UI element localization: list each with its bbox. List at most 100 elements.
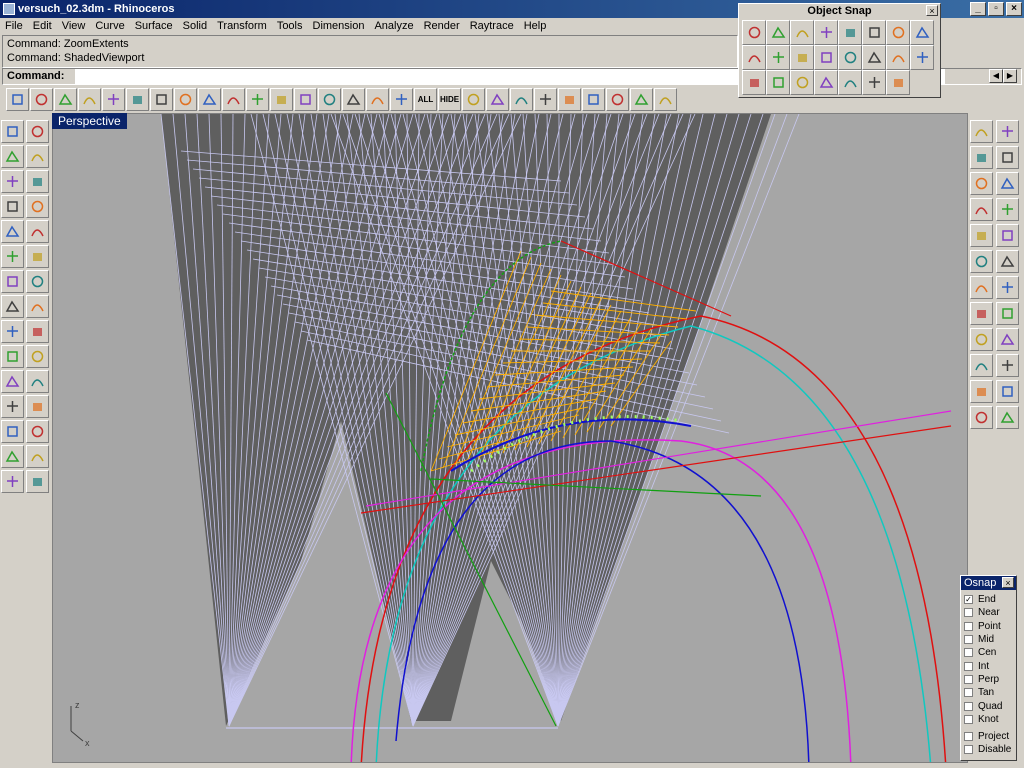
snap-curve-icon[interactable] — [766, 70, 790, 95]
align-edge-icon[interactable] — [996, 354, 1019, 377]
array-icon[interactable] — [26, 345, 49, 368]
layout-icon[interactable] — [26, 445, 49, 468]
solid-union-icon[interactable] — [26, 270, 49, 293]
surface-patch-icon[interactable] — [1, 245, 24, 268]
paste-icon[interactable] — [126, 87, 149, 111]
osnap-checkbox-project[interactable] — [964, 732, 973, 742]
cylinder-icon[interactable] — [996, 250, 1019, 273]
undo-view-icon[interactable] — [970, 380, 993, 403]
osnap-item-mid[interactable]: Mid — [961, 633, 1016, 646]
osnap-checkbox-int[interactable] — [964, 661, 973, 671]
transform-icon[interactable] — [26, 320, 49, 343]
snap-line-icon[interactable] — [814, 70, 838, 95]
snap-from-icon[interactable] — [790, 45, 814, 70]
osnap-item-tan[interactable]: Tan — [961, 686, 1016, 699]
copy-icon[interactable] — [102, 87, 125, 111]
osnap-checkbox-disable[interactable] — [964, 745, 973, 755]
hide-icon[interactable]: HIDE — [438, 87, 461, 111]
layer-icon[interactable] — [462, 87, 485, 111]
fillet-edge-icon[interactable] — [996, 172, 1019, 195]
menu-raytrace[interactable]: Raytrace — [465, 18, 519, 34]
align-icon[interactable] — [1, 345, 24, 368]
osnap-checkbox-mid[interactable] — [964, 635, 973, 645]
menu-solid[interactable]: Solid — [178, 18, 212, 34]
menu-dimension[interactable]: Dimension — [308, 18, 370, 34]
network-icon[interactable] — [970, 198, 993, 221]
extrude-icon[interactable] — [970, 120, 993, 143]
perspective-viewport[interactable]: zx — [52, 113, 968, 763]
color-wheel-icon[interactable] — [486, 87, 509, 111]
save-icon[interactable] — [54, 87, 77, 111]
snap-between-icon[interactable] — [838, 45, 862, 70]
osnap-checkbox-perp[interactable] — [964, 674, 973, 684]
osnap-item-near[interactable]: Near — [961, 606, 1016, 619]
snap-perp-from-icon[interactable] — [886, 45, 910, 70]
four-views-icon[interactable] — [342, 87, 365, 111]
snap-quad-icon[interactable] — [862, 20, 886, 45]
scroll-right-button[interactable]: ▶ — [1003, 69, 1017, 83]
osnap-close-button[interactable]: × — [1002, 577, 1014, 588]
curve-icon[interactable] — [26, 145, 49, 168]
curve-offset-icon[interactable] — [970, 276, 993, 299]
osnap-item-point[interactable]: Point — [961, 620, 1016, 633]
help-icon[interactable] — [630, 87, 653, 111]
snap-tan-from-icon[interactable] — [910, 45, 934, 70]
project-icon[interactable] — [970, 328, 993, 351]
snap-point-icon[interactable] — [814, 20, 838, 45]
circle-icon[interactable] — [1, 170, 24, 193]
cut-icon[interactable] — [78, 87, 101, 111]
snap-cplane-icon[interactable] — [862, 45, 886, 70]
menu-render[interactable]: Render — [419, 18, 465, 34]
pan-hand-icon[interactable] — [174, 87, 197, 111]
light-icon[interactable] — [558, 87, 581, 111]
osnap-checkbox-tan[interactable] — [964, 688, 973, 698]
snap-center-icon[interactable] — [742, 20, 766, 45]
menu-view[interactable]: View — [57, 18, 91, 34]
restore-button[interactable]: ▫ — [988, 2, 1004, 16]
text-edit-icon[interactable] — [1, 320, 24, 343]
menu-help[interactable]: Help — [519, 18, 552, 34]
osnap-checkbox-cen[interactable] — [964, 648, 973, 658]
menu-tools[interactable]: Tools — [272, 18, 308, 34]
osnap-checkbox-knot[interactable] — [964, 714, 973, 724]
mesh-boolean-icon[interactable] — [26, 295, 49, 318]
snap-mid-icon[interactable] — [790, 20, 814, 45]
snap-int-icon[interactable] — [742, 45, 766, 70]
split-edge-icon[interactable] — [996, 328, 1019, 351]
surface-loft-icon[interactable] — [26, 245, 49, 268]
osnap-item-end[interactable]: ✓ End — [961, 593, 1016, 606]
menu-surface[interactable]: Surface — [130, 18, 178, 34]
cplane-icon[interactable] — [996, 406, 1019, 429]
fillet-icon[interactable] — [26, 220, 49, 243]
arc-icon[interactable] — [1, 195, 24, 218]
undo-icon[interactable] — [150, 87, 173, 111]
offset-icon[interactable] — [26, 395, 49, 418]
zoom-extents-icon[interactable] — [294, 87, 317, 111]
snap-vertex-icon[interactable] — [742, 70, 766, 95]
snap-surface-icon[interactable] — [790, 70, 814, 95]
osnap-checkbox-quad[interactable] — [964, 701, 973, 711]
grid-array-icon[interactable] — [1, 445, 24, 468]
new-file-icon[interactable] — [6, 87, 29, 111]
snap-perp-icon[interactable] — [886, 20, 910, 45]
menu-curve[interactable]: Curve — [90, 18, 129, 34]
mirror-icon[interactable] — [970, 354, 993, 377]
menu-analyze[interactable]: Analyze — [369, 18, 418, 34]
viewport-canvas[interactable]: zx — [53, 114, 968, 763]
osnap-item-knot[interactable]: Knot — [961, 713, 1016, 726]
sphere-gray-icon[interactable] — [510, 87, 533, 111]
scroll-left-button[interactable]: ◀ — [989, 69, 1003, 83]
osnap-item-disable[interactable]: Disable — [961, 743, 1016, 756]
rotate-view-icon[interactable] — [198, 87, 221, 111]
zoom-all-icon[interactable] — [318, 87, 341, 111]
menu-file[interactable]: File — [0, 18, 28, 34]
snap-disable-1-icon[interactable] — [838, 70, 862, 95]
sphere-blue-icon[interactable] — [534, 87, 557, 111]
dimension-icon[interactable] — [1, 370, 24, 393]
ellipse-icon[interactable] — [26, 170, 49, 193]
select-arrow-icon[interactable] — [1, 120, 24, 143]
control-points-icon[interactable] — [970, 302, 993, 325]
text-icon[interactable] — [1, 420, 24, 443]
osnap-checkbox-end[interactable]: ✓ — [964, 595, 973, 605]
twist-icon[interactable] — [996, 224, 1019, 247]
